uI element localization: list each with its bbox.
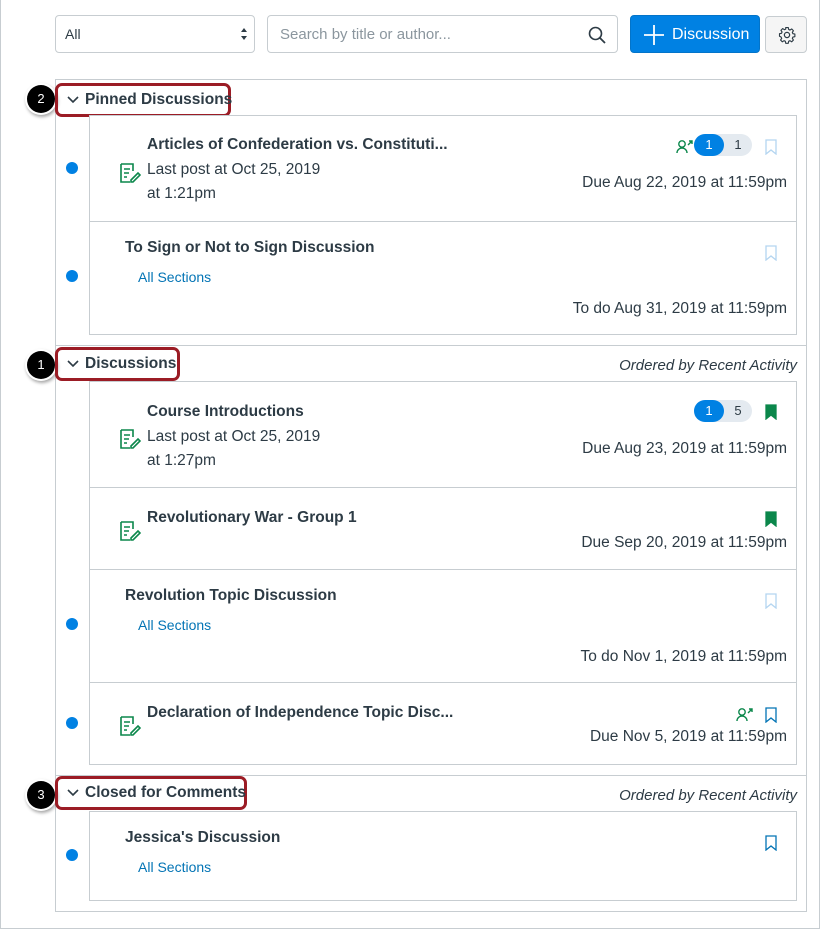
select-caret-icon — [241, 28, 247, 40]
discussion-row[interactable]: Jessica's Discussion All Sections — [66, 812, 796, 900]
bookmark-icon[interactable] — [765, 404, 777, 420]
chevron-down-icon — [67, 96, 79, 104]
callout-badge-3: 3 — [27, 781, 55, 809]
pinned-section-toggle[interactable]: Pinned Discussions — [55, 83, 233, 117]
discussions-section-toggle[interactable]: Discussions — [55, 347, 180, 383]
settings-button[interactable] — [765, 16, 807, 53]
ordered-by-label: Ordered by Recent Activity — [619, 787, 797, 804]
unread-dot-icon — [66, 849, 78, 861]
due-date: Due Sep 20, 2019 at 11:59pm — [581, 534, 787, 551]
callout-badge-1: 1 — [27, 351, 55, 379]
peer-review-icon — [676, 140, 693, 154]
assignment-edit-icon — [120, 521, 141, 541]
total-count: 1 — [734, 137, 742, 152]
discussions-section-title: Discussions — [85, 355, 177, 372]
bookmark-icon[interactable] — [765, 245, 777, 261]
due-date: Due Aug 23, 2019 at 11:59pm — [582, 440, 787, 457]
unread-count: 1 — [694, 400, 724, 422]
unread-dot-icon — [66, 162, 78, 174]
last-post-date: Last post at Oct 25, 2019 — [147, 428, 321, 445]
sections-link[interactable]: All Sections — [138, 617, 211, 633]
last-post-date: Last post at Oct 25, 2019 — [147, 161, 321, 178]
discussion-title-link[interactable]: Jessica's Discussion — [125, 829, 280, 847]
peer-review-icon — [736, 708, 753, 722]
section-divider — [55, 345, 807, 346]
discussion-title-link[interactable]: Articles of Confederation vs. Constituti… — [147, 136, 448, 154]
discussion-row[interactable]: To Sign or Not to Sign Discussion All Se… — [66, 222, 796, 334]
bookmark-icon[interactable] — [765, 835, 777, 851]
discussion-row[interactable]: Declaration of Independence Topic Disc..… — [66, 683, 796, 764]
closed-list: Jessica's Discussion All Sections — [66, 811, 797, 901]
filter-select[interactable]: All — [55, 15, 255, 53]
discussion-title-link[interactable]: Declaration of Independence Topic Disc..… — [147, 704, 453, 722]
discussion-row[interactable]: Revolutionary War - Group 1 Due Sep 20, … — [90, 488, 796, 570]
due-date: To do Nov 1, 2019 at 11:59pm — [580, 648, 787, 665]
callout-badge-2: 2 — [27, 85, 55, 113]
add-discussion-button[interactable]: Discussion — [630, 15, 760, 53]
discussion-title-link[interactable]: To Sign or Not to Sign Discussion — [125, 239, 374, 257]
sections-link[interactable]: All Sections — [138, 269, 211, 285]
discussion-title-link[interactable]: Revolutionary War - Group 1 — [147, 509, 357, 527]
last-post-text: Last post at Oct 25, 2019 at 1:21pm — [147, 158, 320, 206]
assignment-edit-icon — [120, 429, 141, 449]
total-count: 5 — [734, 403, 742, 418]
discussion-title-link[interactable]: Course Introductions — [147, 403, 304, 421]
discussion-row[interactable]: Course Introductions Last post at Oct 25… — [90, 382, 796, 488]
pinned-list: Articles of Confederation vs. Constituti… — [66, 115, 797, 335]
last-post-text: Last post at Oct 25, 2019 at 1:27pm — [147, 425, 320, 473]
bookmark-icon[interactable] — [765, 511, 777, 527]
discussion-row[interactable]: Revolution Topic Discussion All Sections… — [66, 570, 796, 683]
last-post-time: at 1:27pm — [147, 452, 216, 469]
discussion-row[interactable]: Articles of Confederation vs. Constituti… — [66, 116, 796, 222]
reply-count-badge: 1 5 — [694, 400, 752, 422]
closed-section-title: Closed for Comments — [85, 784, 247, 801]
bookmark-icon[interactable] — [765, 707, 777, 723]
unread-dot-icon — [66, 717, 78, 729]
pinned-section-title: Pinned Discussions — [85, 91, 233, 108]
due-date: To do Aug 31, 2019 at 11:59pm — [572, 300, 787, 317]
assignment-edit-icon — [120, 163, 141, 183]
bookmark-icon[interactable] — [765, 593, 777, 609]
sections-link[interactable]: All Sections — [138, 859, 211, 875]
search-icon — [588, 26, 606, 44]
last-post-time: at 1:21pm — [147, 185, 216, 202]
discussions-list: Course Introductions Last post at Oct 25… — [66, 381, 797, 765]
assignment-edit-icon — [120, 716, 141, 736]
discussion-title-link[interactable]: Revolution Topic Discussion — [125, 587, 337, 605]
unread-count: 1 — [694, 134, 724, 156]
closed-section-toggle[interactable]: Closed for Comments — [55, 776, 247, 810]
search-placeholder: Search by title or author... — [280, 26, 451, 43]
search-input[interactable]: Search by title or author... — [267, 15, 618, 53]
due-date: Due Nov 5, 2019 at 11:59pm — [589, 728, 787, 745]
bookmark-icon[interactable] — [765, 139, 777, 155]
due-date: Due Aug 22, 2019 at 11:59pm — [582, 174, 787, 191]
add-discussion-label: Discussion — [672, 26, 750, 43]
filter-select-value: All — [65, 26, 81, 42]
plus-icon — [644, 25, 664, 45]
reply-count-badge: 1 1 — [694, 134, 752, 156]
chevron-down-icon — [67, 789, 79, 797]
gear-icon — [778, 26, 796, 44]
ordered-by-label: Ordered by Recent Activity — [619, 357, 797, 374]
unread-dot-icon — [66, 270, 78, 282]
unread-dot-icon — [66, 618, 78, 630]
toolbar: All Search by title or author... Discuss… — [55, 15, 807, 55]
chevron-down-icon — [67, 360, 79, 368]
